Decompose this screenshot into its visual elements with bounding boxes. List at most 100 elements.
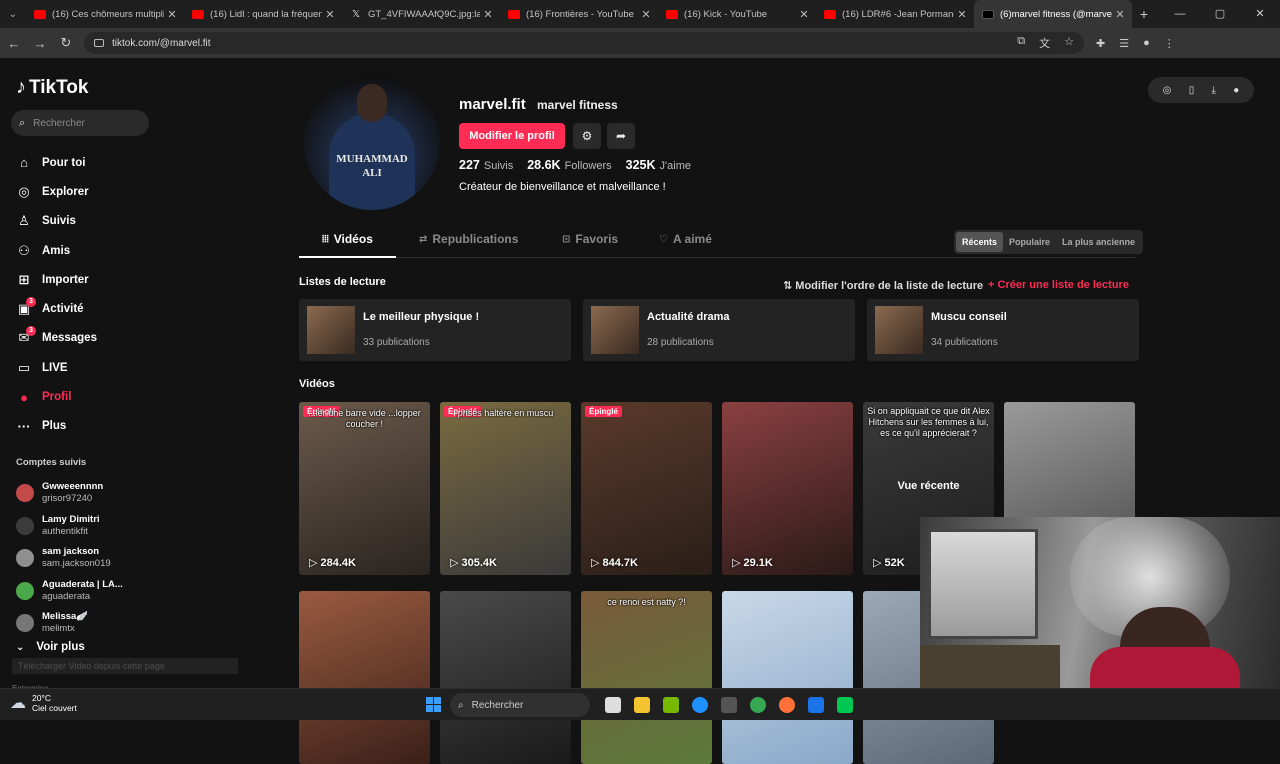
chrome-icon[interactable]	[750, 697, 766, 713]
followed-account[interactable]: sam jackson sam.jackson019	[16, 542, 123, 575]
close-tab-icon[interactable]: ✕	[954, 8, 970, 21]
video-card[interactable]: ▷ 29.1K	[722, 402, 853, 575]
tab-aaim[interactable]: ♡ A aimé	[659, 232, 712, 246]
weather-widget[interactable]: ☁ 20°C Ciel couvert	[10, 693, 77, 713]
video-card[interactable]: Épinglé ▷ 844.7K	[581, 402, 712, 575]
extensions-icon[interactable]: ✚	[1096, 37, 1105, 50]
see-more-button[interactable]: ⌄ Voir plus	[16, 641, 85, 653]
stat-jaime[interactable]: 325K J'aime	[626, 158, 691, 172]
browser-tab[interactable]: (6)marvel fitness (@marvel.fit) |✕	[974, 0, 1132, 28]
close-window-icon[interactable]: ✕	[1240, 0, 1280, 28]
sidebar-item-pourtoi[interactable]: ⌂ Pour toi	[16, 148, 97, 177]
profile-icon[interactable]: ●	[1143, 37, 1150, 50]
playlist-card[interactable]: Actualité drama 28 publications	[583, 299, 855, 361]
close-tab-icon[interactable]: ✕	[1112, 8, 1128, 21]
close-tab-icon[interactable]: ✕	[638, 8, 654, 21]
browser-tab[interactable]: (16) Kick - YouTube ✕	[658, 0, 816, 28]
taskbar-search[interactable]: ⌕ Rechercher	[450, 693, 590, 717]
bookmark-star-icon[interactable]: ☆	[1064, 35, 1074, 51]
app-icon[interactable]	[808, 697, 824, 713]
browser-tab-title: (16) Lidl : quand la fréquence d	[210, 8, 322, 20]
playlist-card[interactable]: Muscu conseil 34 publications	[867, 299, 1139, 361]
firefox-icon[interactable]	[779, 697, 795, 713]
menu-icon[interactable]: ⋮	[1164, 37, 1175, 50]
followed-account[interactable]: Melissa🪽 melimtx	[16, 607, 123, 640]
sort-option[interactable]: La plus ancienne	[1056, 232, 1141, 252]
tab-vidos[interactable]: ⦙⦙⦙ Vidéos	[322, 232, 373, 246]
file-explorer-icon[interactable]	[634, 697, 650, 713]
followed-account[interactable]: Aguaderata | LA... aguaderata	[16, 575, 123, 608]
tab-search-icon[interactable]: ⌄	[0, 9, 26, 20]
browser-tab[interactable]: 𝕏 GT_4VFIWAAAfQ9C.jpg:large (✕	[342, 0, 500, 28]
browser-tab[interactable]: (16) Ces chômeurs multiplient l✕	[26, 0, 184, 28]
profile-nickname: marvel fitness	[537, 98, 618, 112]
video-card[interactable]: Épinglé prises haltère en muscu ▷ 305.4K	[440, 402, 571, 575]
translate-icon[interactable]: 文	[1039, 35, 1050, 51]
windows-start-icon[interactable]	[426, 697, 441, 712]
video-card[interactable]	[299, 591, 430, 764]
share-button[interactable]: ➦	[607, 123, 635, 149]
back-icon[interactable]: ←	[2, 36, 26, 51]
tiktok-logo[interactable]: ♪ TikTok	[16, 76, 88, 99]
compass-icon[interactable]: ◎	[1163, 85, 1172, 96]
maximize-icon[interactable]: ▢	[1200, 0, 1240, 28]
browser-tab[interactable]: (16) LDR#6 -Jean Pormanove -✕	[816, 0, 974, 28]
video-card[interactable]	[440, 591, 571, 764]
install-app-icon[interactable]: ⧉	[1017, 35, 1025, 51]
search-icon: ⌕	[458, 699, 464, 711]
followed-account[interactable]: Lamy Dimitri authentikfit	[16, 510, 123, 543]
edge-icon[interactable]	[692, 697, 708, 713]
settings-button[interactable]: ⚙	[573, 123, 601, 149]
sidebar-item-importer[interactable]: ⊞ Importer	[16, 265, 97, 294]
browser-tab[interactable]: (16) Lidl : quand la fréquence d✕	[184, 0, 342, 28]
video-card[interactable]	[722, 591, 853, 764]
user-avatar[interactable]: ●	[1233, 85, 1239, 96]
search-placeholder: Rechercher	[33, 117, 85, 129]
profile-avatar[interactable]: MUHAMMAD ALI	[304, 74, 440, 210]
sidebar-item-suivis[interactable]: ♙ Suivis	[16, 207, 97, 236]
account-name: Gwweeennnn	[42, 481, 104, 493]
browser-tab[interactable]: (16) Frontières - YouTube ✕	[500, 0, 658, 28]
stat-followers[interactable]: 28.6K Followers	[527, 158, 611, 172]
sidebar-item-activit[interactable]: ▣ 3 Activité	[16, 294, 97, 323]
minimize-icon[interactable]: —	[1160, 0, 1200, 28]
search-input[interactable]: ⌕ Rechercher	[11, 110, 149, 136]
sidebar-item-plus[interactable]: ··· Plus	[16, 412, 97, 441]
download-icon[interactable]: ⤓	[1212, 85, 1216, 96]
url-input[interactable]: tiktok.com/@marvel.fit ⧉ 文 ☆	[84, 32, 1084, 54]
new-tab-button[interactable]: +	[1132, 6, 1156, 22]
sidebar-item-profil[interactable]: ● Profil	[16, 382, 97, 411]
sidebar-item-messages[interactable]: ✉ 3 Messages	[16, 324, 97, 353]
close-tab-icon[interactable]: ✕	[322, 8, 338, 21]
tab-republications[interactable]: ⇄ Republications	[419, 232, 518, 246]
sidebar-item-explorer[interactable]: ◎ Explorer	[16, 177, 97, 206]
sort-option[interactable]: Récents	[956, 232, 1004, 252]
site-info-icon[interactable]	[94, 39, 104, 47]
edit-profile-button[interactable]: Modifier le profil	[459, 123, 565, 149]
followed-account[interactable]: Gwweeennnn grisor97240	[16, 477, 123, 510]
store-icon[interactable]	[721, 697, 737, 713]
reorder-playlists-button[interactable]: ⇅ Modifier l'ordre de la liste de lectur…	[783, 279, 983, 292]
tab-favoris[interactable]: ⊡ Favoris	[562, 232, 618, 246]
forward-icon[interactable]: →	[28, 36, 52, 51]
reload-icon[interactable]: ↻	[54, 35, 78, 51]
close-tab-icon[interactable]: ✕	[796, 8, 812, 21]
create-playlist-button[interactable]: + Créer une liste de lecture	[988, 279, 1129, 291]
sidebar-item-live[interactable]: ▭ LIVE	[16, 353, 97, 382]
playlist-title: Muscu conseil	[931, 311, 1007, 323]
sidebar-item-amis[interactable]: ⚇ Amis	[16, 236, 97, 265]
sort-option[interactable]: Populaire	[1003, 232, 1056, 252]
video-card[interactable]: Épinglé ...ler une barre vide ...lopper c…	[299, 402, 430, 575]
window-controls: — ▢ ✕	[1160, 0, 1280, 28]
close-tab-icon[interactable]: ✕	[164, 8, 180, 21]
playlist-card[interactable]: Le meilleur physique ! 33 publications	[299, 299, 571, 361]
video-card[interactable]: ce renoi est natty ?!	[581, 591, 712, 764]
kick-icon[interactable]	[837, 697, 853, 713]
stat-suivis[interactable]: 227 Suivis	[459, 158, 513, 172]
close-tab-icon[interactable]: ✕	[480, 8, 496, 21]
phone-icon[interactable]: ▯	[1189, 85, 1195, 96]
task-view-icon[interactable]	[605, 697, 621, 713]
live-icon: ▭	[17, 359, 31, 375]
nvidia-icon[interactable]	[663, 697, 679, 713]
reading-list-icon[interactable]: ☰	[1119, 37, 1129, 50]
